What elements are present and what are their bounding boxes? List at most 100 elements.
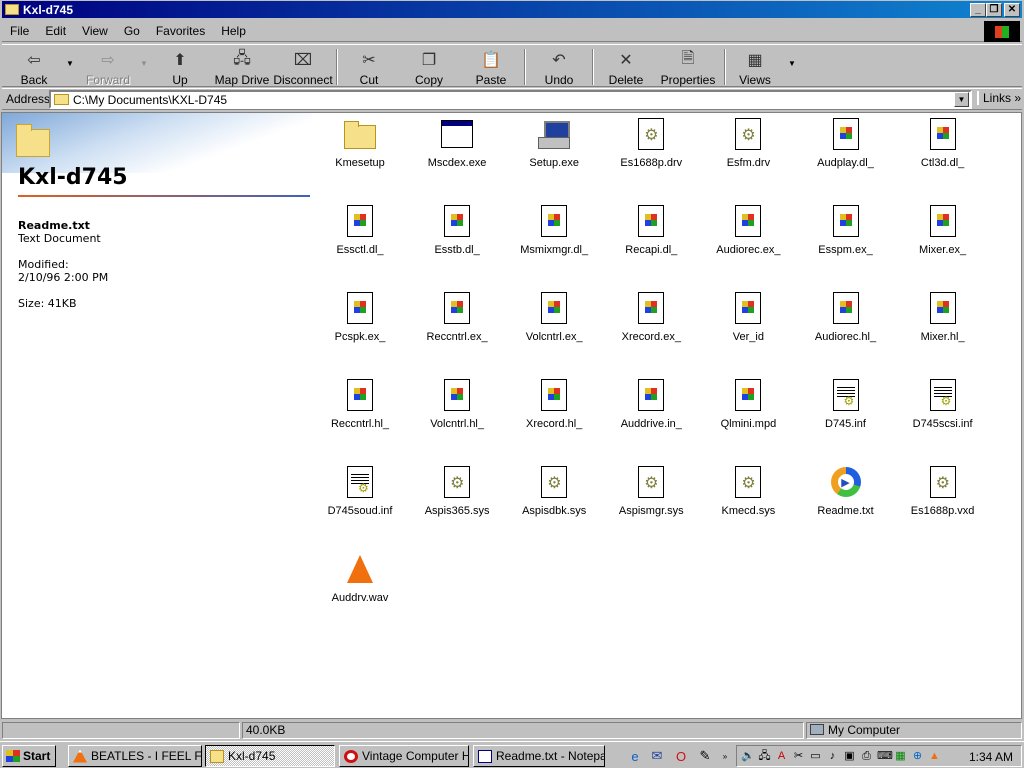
paste-button[interactable]: 📋 Paste — [468, 47, 514, 87]
file-item[interactable]: Aspis365.sys — [409, 462, 505, 542]
file-name: D745.inf — [825, 418, 866, 430]
tray-tool-icon[interactable]: ✂ — [792, 749, 805, 763]
forward-arrow-icon: ⇨ — [101, 52, 115, 69]
menu-go[interactable]: Go — [116, 22, 148, 40]
status-objects — [2, 722, 240, 739]
file-item[interactable]: Audiorec.hl_ — [798, 288, 894, 368]
minimize-button[interactable]: _ — [970, 3, 986, 17]
file-item[interactable]: Msmixmgr.dl_ — [506, 201, 602, 281]
file-item[interactable]: Mscdex.exe — [409, 114, 505, 194]
file-item[interactable]: D745scsi.inf — [895, 375, 991, 455]
tray-keyboard-icon[interactable]: ⌨ — [877, 749, 893, 763]
ie-icon[interactable]: e — [626, 747, 644, 765]
undo-button[interactable]: ↶ Undo — [534, 47, 584, 87]
file-item[interactable]: Kmecd.sys — [700, 462, 796, 542]
tray-vlc-icon[interactable]: ▲ — [928, 749, 941, 763]
file-item[interactable]: Esfm.drv — [700, 114, 796, 194]
file-item[interactable]: Mixer.ex_ — [895, 201, 991, 281]
opera-quicklaunch-icon[interactable]: O — [672, 747, 690, 765]
file-item[interactable]: Es1688p.drv — [603, 114, 699, 194]
file-item[interactable]: Recapi.dl_ — [603, 201, 699, 281]
copy-button[interactable]: ❐ Copy — [406, 47, 452, 87]
system-file-icon — [634, 465, 668, 499]
file-item[interactable]: ▶ Readme.txt — [798, 462, 894, 542]
menu-file[interactable]: File — [2, 22, 37, 40]
clock[interactable]: 1:34 AM — [969, 750, 1013, 764]
file-item[interactable]: Pcspk.ex_ — [312, 288, 408, 368]
quicklaunch-more-icon[interactable]: » — [716, 747, 734, 765]
file-item[interactable]: Essctl.dl_ — [312, 201, 408, 281]
file-name: Auddrv.wav — [331, 592, 389, 604]
file-item[interactable]: D745soud.inf — [312, 462, 408, 542]
menu-view[interactable]: View — [74, 22, 116, 40]
file-item[interactable]: Esstb.dl_ — [409, 201, 505, 281]
windows-file-icon — [829, 117, 863, 151]
tray-globe-icon[interactable]: ⊕ — [911, 749, 924, 763]
system-file-icon — [926, 465, 960, 499]
file-item[interactable]: Ver_id — [700, 288, 796, 368]
menu-help[interactable]: Help — [213, 22, 254, 40]
file-item[interactable]: Aspisdbk.sys — [506, 462, 602, 542]
file-item[interactable]: Reccntrl.hl_ — [312, 375, 408, 455]
file-item[interactable]: Qlmini.mpd — [700, 375, 796, 455]
tray-sound-icon[interactable]: ♪ — [826, 749, 839, 763]
address-dropdown-icon[interactable]: ▼ — [954, 92, 969, 107]
views-dropdown-icon[interactable]: ▼ — [788, 59, 796, 68]
file-item[interactable]: Volcntrl.ex_ — [506, 288, 602, 368]
map-drive-button[interactable]: 🖧 Map Drive — [214, 47, 270, 88]
file-item[interactable]: Audiorec.ex_ — [700, 201, 796, 281]
tray-printer-icon[interactable]: ⎙ — [860, 749, 873, 763]
tray-card-icon[interactable]: ▭ — [809, 749, 822, 763]
restore-button[interactable]: ❐ — [986, 3, 1002, 17]
file-item[interactable]: Mixer.hl_ — [895, 288, 991, 368]
file-item[interactable]: Xrecord.hl_ — [506, 375, 602, 455]
cut-button[interactable]: ✂ Cut — [346, 47, 392, 87]
tray-display-icon[interactable]: ▣ — [843, 749, 856, 763]
properties-button[interactable]: 🗎 Properties — [658, 47, 718, 88]
forward-button[interactable]: ⇨ Forward — [82, 47, 134, 87]
task-explorer[interactable]: Kxl-d745 — [205, 745, 335, 767]
task-notepad[interactable]: Readme.txt - Notepad — [473, 745, 605, 767]
file-item[interactable]: Volcntrl.hl_ — [409, 375, 505, 455]
delete-button[interactable]: ✕ Delete — [602, 47, 650, 87]
file-item[interactable]: Esspm.ex_ — [798, 201, 894, 281]
file-item[interactable]: Ctl3d.dl_ — [895, 114, 991, 194]
file-item[interactable]: Xrecord.ex_ — [603, 288, 699, 368]
close-button[interactable]: ✕ — [1004, 3, 1020, 17]
file-item[interactable]: Reccntrl.ex_ — [409, 288, 505, 368]
file-item[interactable]: Audplay.dl_ — [798, 114, 894, 194]
divider — [18, 195, 310, 197]
address-field[interactable]: C:\My Documents\KXL-D745 ▼ — [49, 90, 972, 109]
back-button[interactable]: ⇦ Back — [8, 47, 60, 87]
tray-volume-icon[interactable]: 🔊 — [741, 749, 755, 763]
outlook-icon[interactable]: ✉ — [648, 747, 666, 765]
file-item[interactable]: Auddrv.wav — [312, 549, 408, 629]
file-name: Audiorec.ex_ — [716, 244, 781, 256]
file-name: Xrecord.ex_ — [621, 331, 681, 343]
start-button[interactable]: Start — [2, 745, 56, 767]
tray-chip-icon[interactable]: ▦ — [894, 749, 907, 763]
tray-av-icon[interactable]: A — [775, 749, 788, 763]
file-item[interactable]: Es1688p.vxd — [895, 462, 991, 542]
views-button[interactable]: ▦ Views — [732, 47, 778, 87]
file-item[interactable]: D745.inf — [798, 375, 894, 455]
file-item[interactable]: Setup.exe — [506, 114, 602, 194]
links-button[interactable]: Links » — [977, 91, 1021, 105]
task-vlc[interactable]: BEATLES - I FEEL F... — [68, 745, 202, 767]
tray-network-icon[interactable]: 🖧 — [758, 749, 771, 763]
disconnect-icon: ⌧ — [293, 52, 313, 69]
modified-label: Modified: — [18, 258, 69, 271]
file-item[interactable]: Kmesetup — [312, 114, 408, 194]
file-item[interactable]: Aspismgr.sys — [603, 462, 699, 542]
menu-edit[interactable]: Edit — [37, 22, 74, 40]
notepad-quicklaunch-icon[interactable]: ✎ — [696, 747, 714, 765]
back-dropdown-icon[interactable]: ▼ — [66, 59, 74, 68]
address-value[interactable]: C:\My Documents\KXL-D745 — [73, 93, 227, 107]
disconnect-button[interactable]: ⌧ Disconnect — [273, 47, 332, 87]
task-opera[interactable]: Vintage Computer H... — [339, 745, 469, 767]
up-button[interactable]: ⬆ Up — [154, 47, 206, 87]
forward-dropdown-icon[interactable]: ▼ — [140, 59, 148, 68]
title-bar[interactable]: Kxl-d745 _ ❐ ✕ — [2, 1, 1022, 18]
file-item[interactable]: Auddrive.in_ — [603, 375, 699, 455]
menu-favorites[interactable]: Favorites — [148, 22, 213, 40]
